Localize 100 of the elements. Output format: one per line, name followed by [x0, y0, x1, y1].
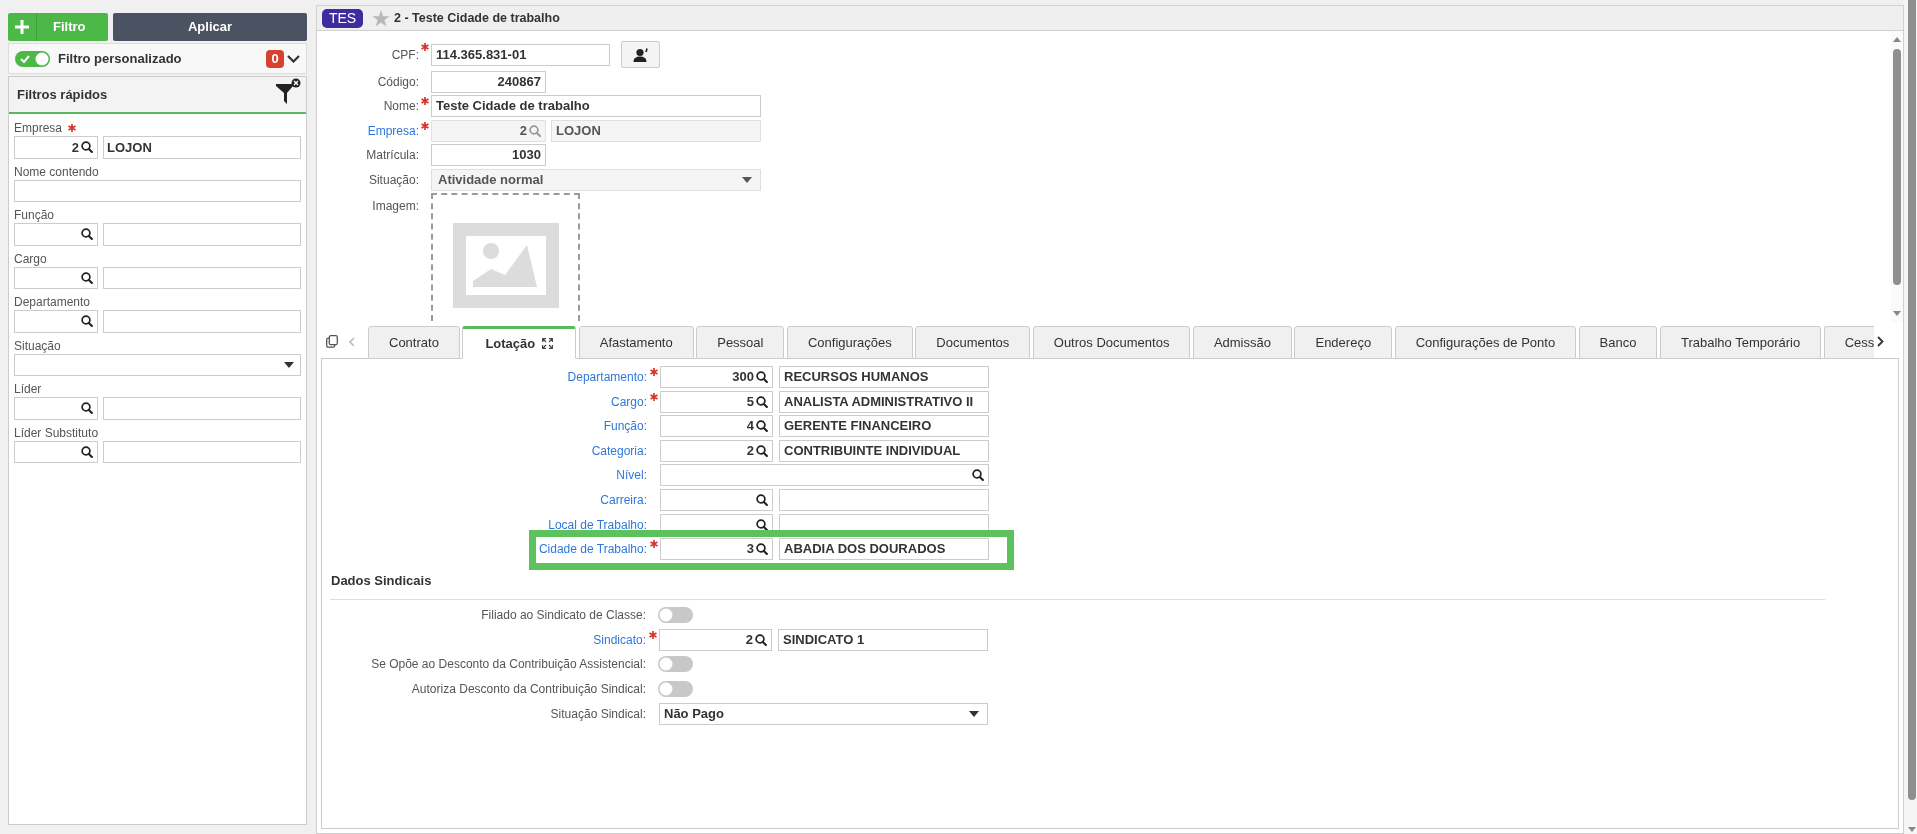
field-label[interactable]: Local de Trabalho: [548, 515, 647, 534]
toggle-switch[interactable] [15, 50, 50, 67]
search-icon[interactable] [81, 271, 93, 284]
star-icon[interactable] [372, 9, 390, 27]
tab[interactable]: Configurações [786, 326, 913, 359]
field-label[interactable]: Departamento: [567, 368, 647, 386]
caret-down-icon[interactable] [284, 361, 294, 368]
scrollbar[interactable] [1891, 31, 1903, 322]
search-icon[interactable] [81, 445, 93, 458]
name-field[interactable]: SINDICATO 1 [778, 628, 988, 651]
search-icon[interactable] [756, 444, 768, 457]
field-label[interactable]: Nível: [616, 466, 647, 485]
name-field[interactable]: RECURSOS HUMANOS [779, 366, 989, 388]
tab[interactable]: Banco [1578, 326, 1658, 359]
toggle-switch[interactable] [658, 607, 693, 624]
search-icon[interactable] [81, 228, 93, 241]
caret-down-icon[interactable] [969, 710, 979, 717]
code-field[interactable]: 2 [659, 628, 772, 651]
scrollbar[interactable] [1904, 0, 1917, 834]
image-placeholder-icon [452, 223, 559, 308]
name-field[interactable] [103, 223, 301, 246]
tab[interactable]: Documentos [915, 326, 1031, 359]
name-field[interactable] [779, 488, 989, 511]
field-label[interactable]: Cargo: [610, 392, 647, 411]
field-label[interactable]: Cidade de Trabalho: [538, 540, 647, 559]
field-label[interactable]: Categoria: [591, 441, 647, 460]
select-field[interactable] [14, 353, 301, 376]
name-field[interactable]: CONTRIBUINTE INDIVIDUAL [779, 439, 989, 462]
code-field[interactable]: 300 [660, 366, 773, 388]
filter-label: Líder [14, 382, 42, 396]
filter-label: Situação [14, 338, 61, 353]
search-icon[interactable] [756, 420, 768, 433]
copy-icon[interactable] [326, 335, 338, 348]
toggle-switch[interactable] [658, 680, 693, 697]
name-field[interactable]: LOJON [103, 136, 301, 159]
search-icon[interactable] [756, 543, 768, 556]
name-field[interactable] [103, 397, 301, 420]
chevron-down-icon[interactable] [287, 54, 300, 63]
tab[interactable]: Admissão [1192, 326, 1292, 359]
search-icon[interactable] [81, 402, 93, 415]
tab[interactable]: Outros Documentos [1032, 326, 1191, 359]
input-field[interactable]: Teste Cidade de trabalho [431, 95, 761, 117]
lookup-field[interactable] [660, 464, 989, 487]
code-field[interactable] [660, 488, 773, 511]
scrollbar-thumb[interactable] [1893, 49, 1901, 285]
chevron-right-icon[interactable] [1877, 336, 1884, 347]
search-icon[interactable] [755, 633, 767, 646]
expand-icon[interactable] [542, 338, 554, 349]
field-label[interactable]: Função: [603, 417, 647, 436]
input-field[interactable]: 1030 [431, 144, 546, 166]
search-icon[interactable] [972, 469, 984, 482]
field-label[interactable]: Carreira: [600, 490, 647, 509]
code-field[interactable] [14, 223, 98, 246]
name-field[interactable]: GERENTE FINANCEIRO [779, 415, 989, 438]
scroll-down-arrow-icon[interactable] [1908, 827, 1916, 832]
name-field[interactable]: ABADIA DOS DOURADOS [779, 538, 989, 561]
code-field[interactable]: 2 [660, 439, 773, 462]
input-field[interactable] [14, 179, 301, 202]
tab[interactable]: Cess [1823, 326, 1874, 359]
code-field[interactable]: 4 [660, 415, 773, 438]
section-title: Dados Sindicais [331, 573, 432, 589]
field-label: Nome: [383, 98, 419, 115]
name-field[interactable] [103, 266, 301, 289]
search-icon[interactable] [81, 315, 93, 328]
tab[interactable]: Contrato [368, 326, 460, 359]
field-label[interactable]: Sindicato: [593, 630, 646, 649]
toggle-switch[interactable] [658, 656, 693, 673]
name-field[interactable] [103, 440, 301, 463]
name-field[interactable]: ANALISTA ADMINISTRATIVO II [779, 390, 989, 413]
image-upload-area[interactable] [431, 193, 580, 321]
code-field[interactable]: 3 [660, 538, 773, 561]
search-icon[interactable] [756, 493, 768, 506]
code-field[interactable]: 2 [14, 136, 98, 159]
tab[interactable]: Configurações de Ponto [1394, 326, 1577, 359]
select-field[interactable]: Não Pago [659, 702, 988, 725]
name-field[interactable] [103, 310, 301, 333]
scrollbar-thumb[interactable] [1908, 0, 1916, 800]
code-field[interactable] [14, 266, 98, 289]
search-icon[interactable] [81, 141, 93, 154]
tab[interactable]: Endereço [1294, 326, 1393, 359]
input-field[interactable]: 114.365.831-01 [431, 43, 610, 66]
tab[interactable]: Lotação [462, 326, 577, 359]
custom-filter-label: Filtro personalizado [58, 49, 182, 68]
apply-button[interactable]: Aplicar [113, 13, 307, 41]
code-field[interactable]: 5 [660, 390, 773, 413]
person-lookup-button[interactable] [621, 41, 660, 68]
code-field[interactable] [14, 310, 98, 333]
tab[interactable]: Pessoal [696, 326, 785, 359]
tab[interactable]: Trabalho Temporário [1660, 326, 1822, 359]
code-field[interactable] [14, 397, 98, 420]
search-icon[interactable] [756, 371, 768, 383]
search-icon[interactable] [756, 518, 768, 531]
scroll-down-arrow-icon[interactable] [1893, 311, 1901, 316]
filter-label: Função [14, 208, 55, 222]
search-icon[interactable] [756, 395, 768, 408]
code-field[interactable] [14, 440, 98, 463]
filter-icon[interactable] [275, 78, 301, 105]
scroll-up-arrow-icon[interactable] [1893, 37, 1901, 42]
input-field[interactable]: 240867 [431, 70, 546, 93]
tab[interactable]: Afastamento [578, 326, 694, 359]
